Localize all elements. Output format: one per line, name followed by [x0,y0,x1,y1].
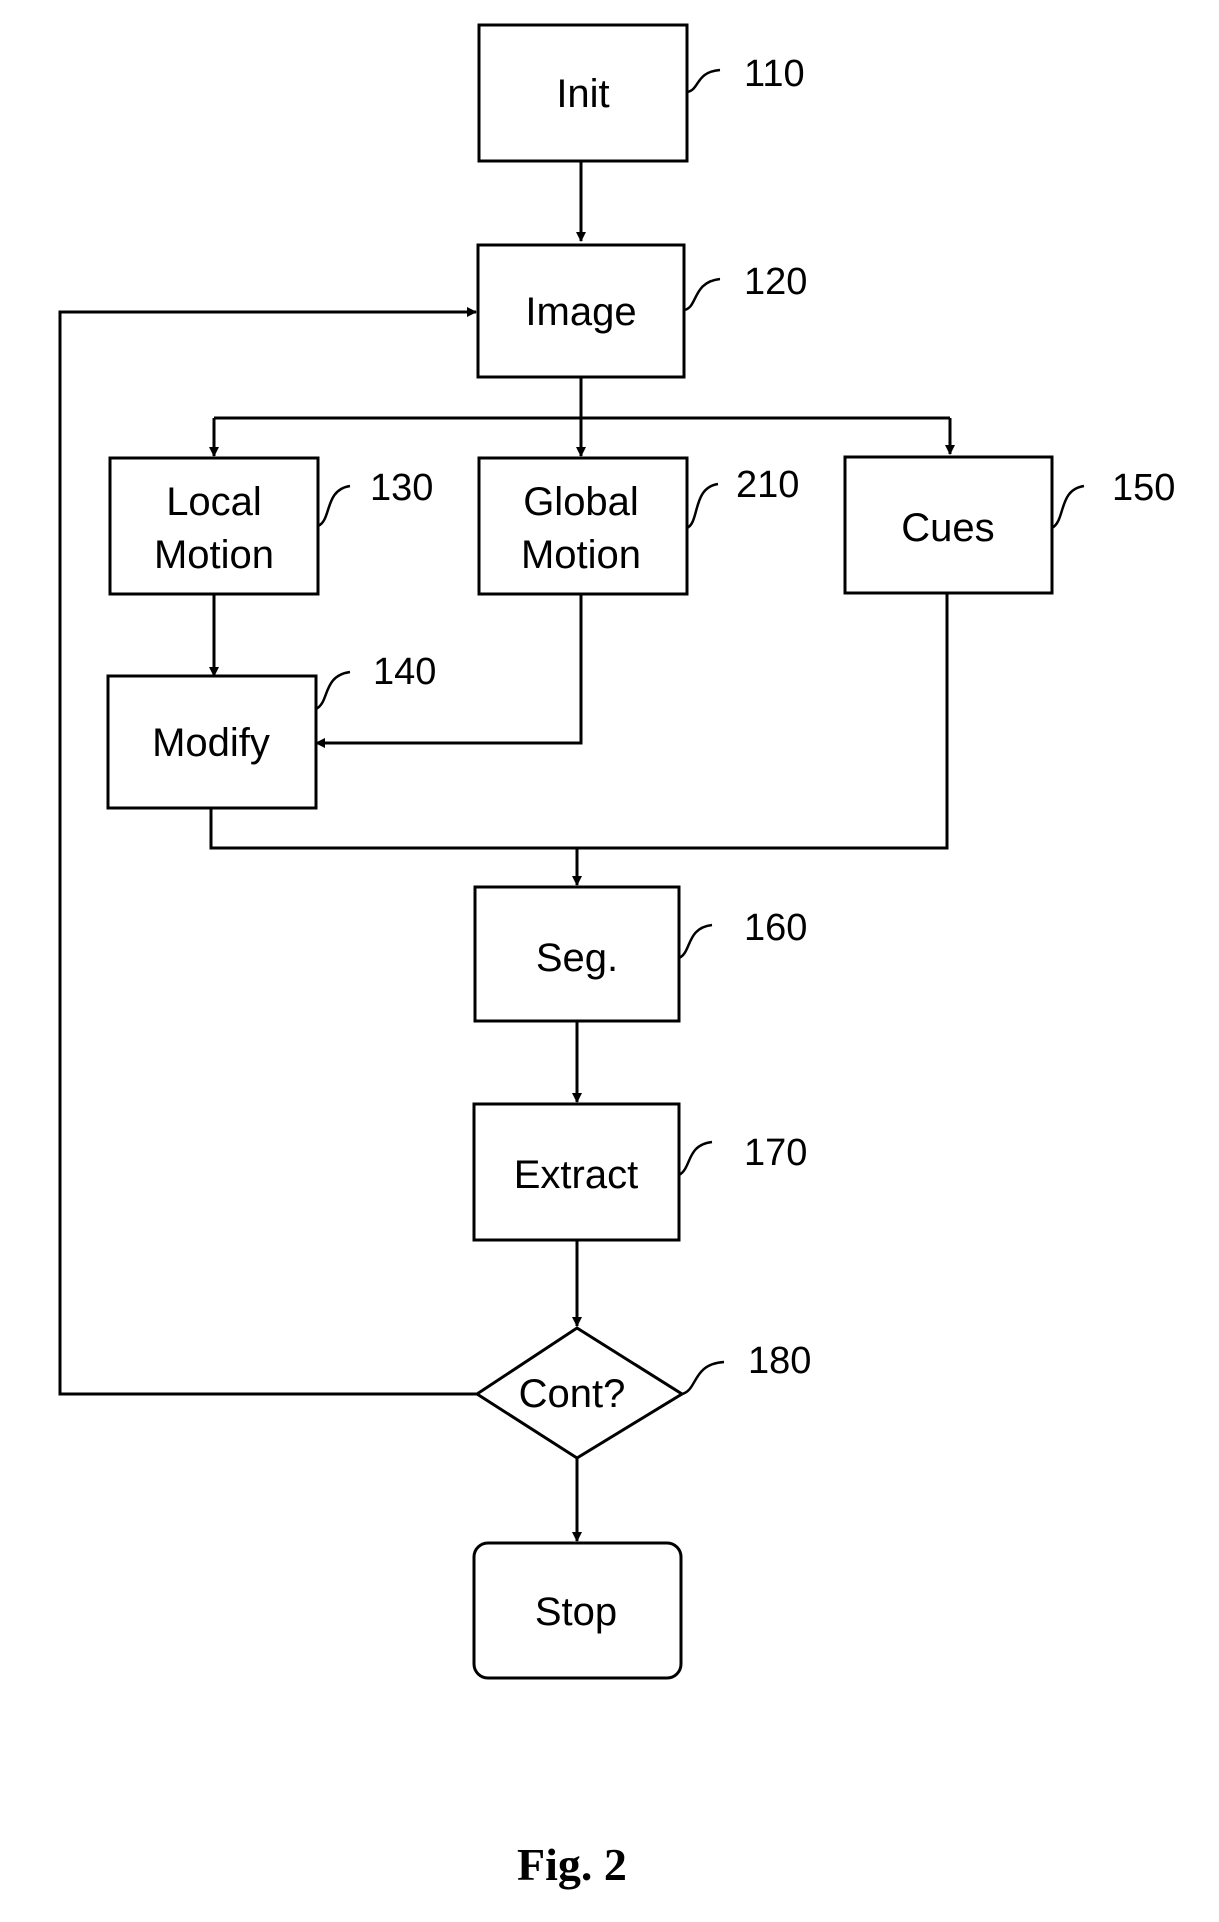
ref-170: 170 [744,1132,807,1174]
ref-130: 130 [370,467,433,509]
ref-210: 210 [736,464,799,506]
node-image-label: Image [525,290,636,334]
node-init-label: Init [556,72,609,116]
ref-180: 180 [748,1340,811,1382]
node-init: Init 110 [477,23,805,163]
edge-image-split [214,377,950,420]
ref-110: 110 [744,53,805,95]
node-cues: Cues 150 [843,455,1175,595]
node-extract: Extract 170 [472,1102,807,1242]
edge-global-modify [315,594,583,748]
flowchart: Init 110 Image 120 Local Motion 130 Glob… [58,23,1175,1890]
node-image: Image 120 [476,243,807,379]
node-seg-label: Seg. [536,936,618,980]
node-cues-label: Cues [901,506,994,550]
node-seg: Seg. 160 [473,885,807,1023]
node-local-motion-label-1: Local [166,480,262,524]
node-global-motion-label-1: Global [523,480,639,524]
node-global-motion: Global Motion 210 [477,456,799,596]
node-cont-decision: Cont? 180 [474,1326,811,1460]
node-cont-label: Cont? [519,1372,626,1416]
node-stop-label: Stop [535,1590,617,1634]
node-stop: Stop [472,1541,683,1680]
ref-140: 140 [373,651,436,693]
ref-160: 160 [744,907,807,949]
node-local-motion-label-2: Motion [154,533,274,577]
ref-150: 150 [1112,467,1175,509]
node-extract-label: Extract [514,1153,638,1197]
node-global-motion-label-2: Motion [521,533,641,577]
figure-caption: Fig. 2 [517,1839,627,1890]
edge-modify-merge [209,592,949,850]
node-modify-label: Modify [152,721,270,765]
node-local-motion: Local Motion 130 [108,456,433,596]
node-modify: Modify 140 [106,651,436,810]
ref-120: 120 [744,261,807,303]
